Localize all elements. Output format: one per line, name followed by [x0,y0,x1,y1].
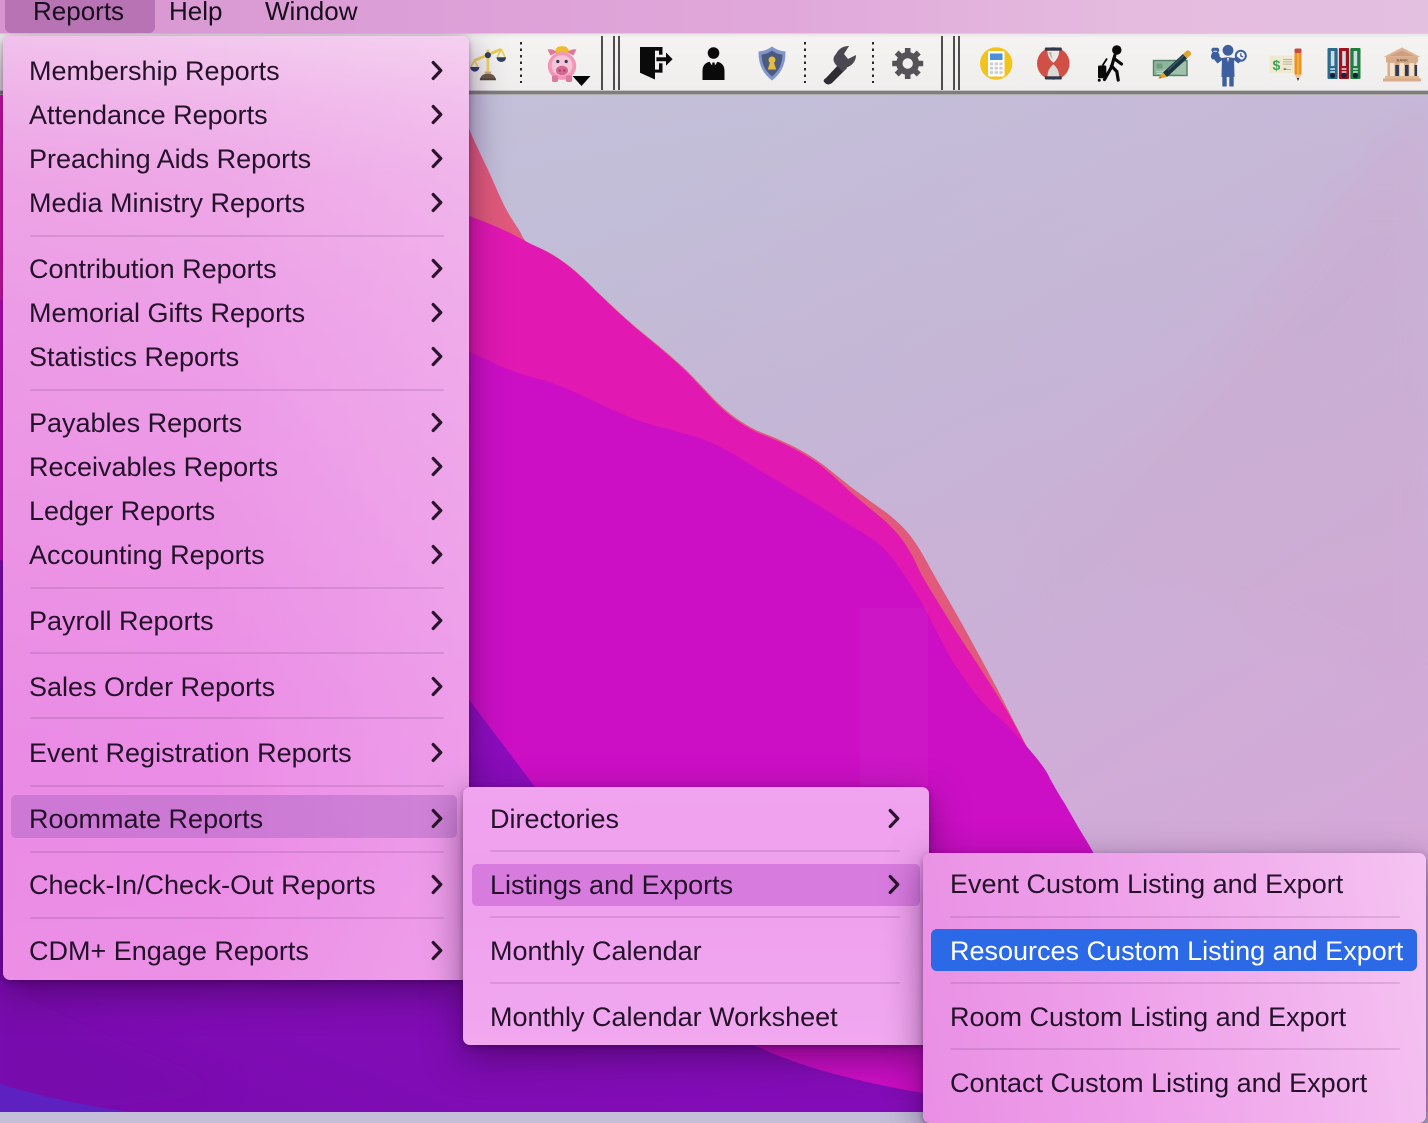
svg-text:BANK: BANK [1397,58,1409,63]
svg-text:$: $ [1273,57,1281,73]
